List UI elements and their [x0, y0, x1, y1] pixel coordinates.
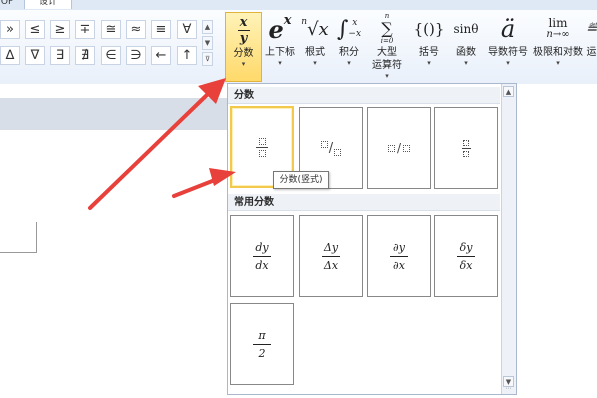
annotation-arrow-to-fraction-tile: [172, 168, 236, 198]
annotation-arrows: [88, 78, 236, 210]
annotation-arrow-to-fraction-button: [88, 78, 226, 210]
